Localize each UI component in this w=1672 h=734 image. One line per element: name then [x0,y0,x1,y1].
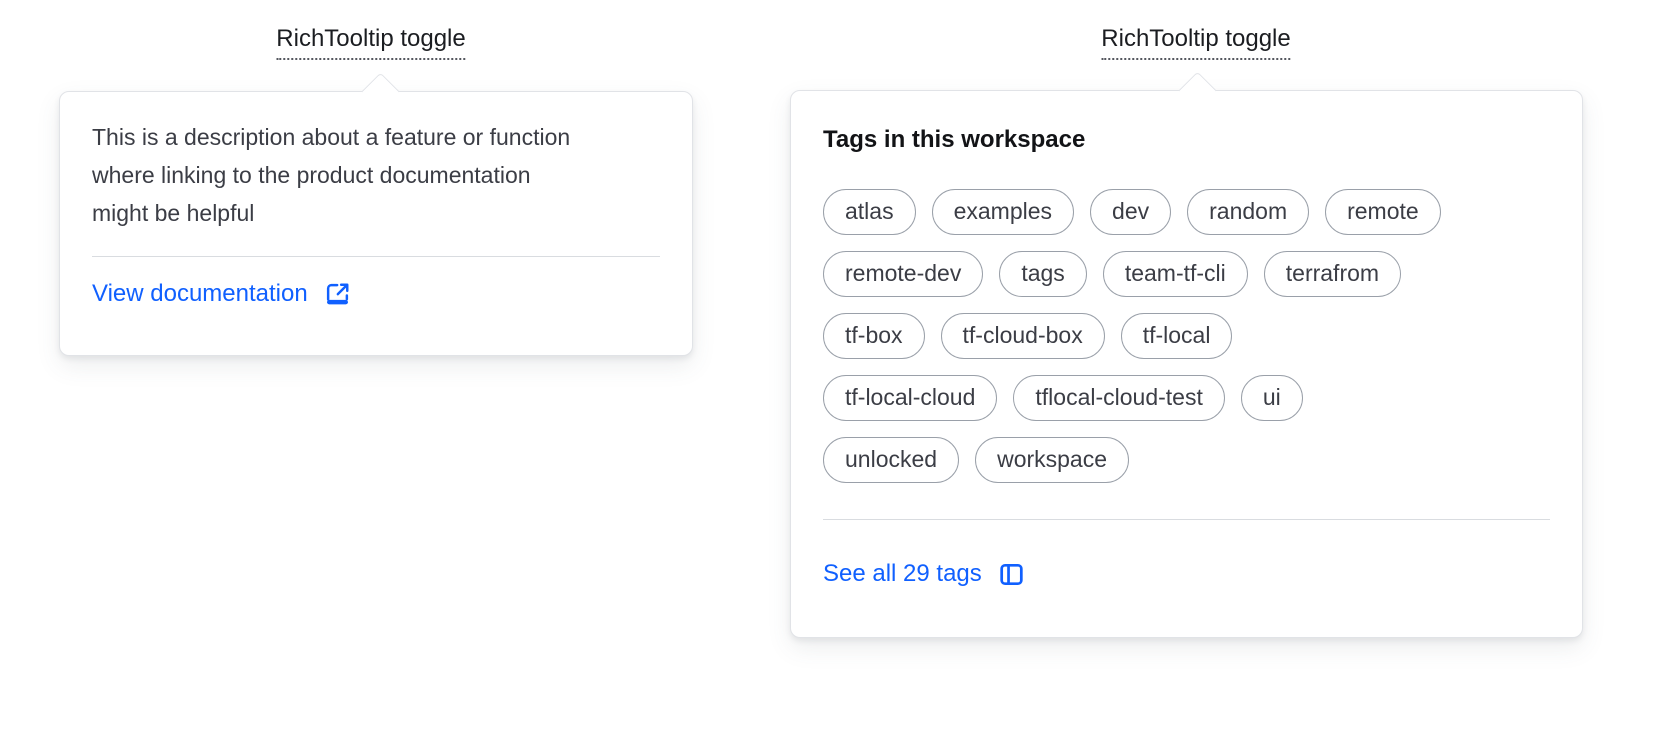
view-documentation-link[interactable]: View documentation [92,278,353,310]
tag-pill: team-tf-cli [1102,251,1248,297]
tag-row: tf-box tf-cloud-box tf-local [823,313,1550,359]
see-all-tags-link[interactable]: See all 29 tags [823,558,1027,590]
tag-pill: terrafrom [1263,251,1402,297]
tag-pill: ui [1240,375,1303,421]
tag-pill: tf-box [823,313,925,359]
tag-row: atlas examples dev random remote [823,189,1550,235]
tag-pill: tflocal-cloud-test [1013,375,1225,421]
tooltip-panel-tags: Tags in this workspace atlas examples dev r… [790,71,1583,638]
sidebar-icon [996,559,1027,590]
richtooltip-toggle-left[interactable]: RichTooltip toggle [276,24,466,60]
tag-pill: atlas [823,189,916,235]
divider [823,519,1550,520]
docs-link-icon [322,279,353,310]
tag-pill: workspace [975,437,1130,483]
tag-pill: tags [999,251,1087,297]
tag-pill: unlocked [823,437,960,483]
tag-row: tf-local-cloud tflocal-cloud-test ui [823,375,1550,421]
tag-row: unlocked workspace [823,437,1550,483]
tag-pill: random [1187,189,1310,235]
view-documentation-label: View documentation [92,280,308,307]
tooltip-description: This is a description about a feature or… [92,124,571,226]
divider [92,256,660,257]
tags-container: atlas examples dev random remote remote-dev ta… [823,189,1550,483]
tag-pill: remote-dev [823,251,984,297]
tag-pill: remote [1325,189,1441,235]
tag-row: remote-dev tags team-tf-cli terrafrom [823,251,1550,297]
see-all-tags-label: See all 29 tags [823,560,982,587]
tags-heading: Tags in this workspace [823,126,1086,153]
tag-pill: tf-local-cloud [823,375,998,421]
tag-pill: examples [931,189,1075,235]
tag-pill: dev [1090,189,1172,235]
tag-pill: tf-cloud-box [940,313,1105,359]
richtooltip-toggle-right[interactable]: RichTooltip toggle [1101,24,1291,60]
tooltip-panel-documentation: This is a description about a feature or… [59,72,693,356]
tag-pill: tf-local [1120,313,1233,359]
